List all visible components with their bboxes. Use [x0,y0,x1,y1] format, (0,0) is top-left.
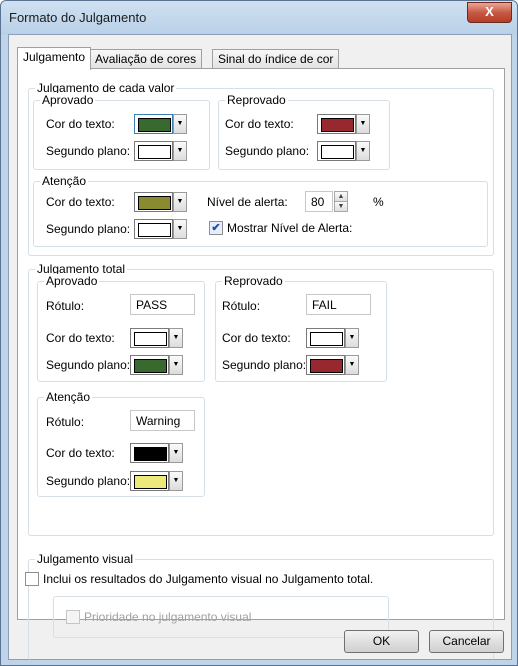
spin-down-icon[interactable]: ▼ [334,201,348,212]
total-warning-label-input[interactable]: Warning [130,410,195,431]
priority-checkbox[interactable] [66,610,80,624]
visual-group: Julgamento visual Inclui os resultados d… [25,552,494,660]
color-swatch [138,118,171,132]
total-warning-title: Atenção [44,390,93,404]
color-swatch [310,332,343,346]
label-label: Rótulo: [46,415,85,429]
text-color-label: Cor do texto: [225,117,294,131]
background-label: Segundo plano: [46,144,131,158]
alert-level-input[interactable]: 80 [305,191,333,212]
include-visual-label: Inclui os resultados do Julgamento visua… [43,572,374,586]
title-bar[interactable]: Formato do Julgamento X [1,1,517,35]
total-warning-background-picker[interactable]: ▼ [130,471,183,491]
each-value-group: Julgamento de cada valor Aprovado Cor do… [28,81,494,256]
chevron-down-icon[interactable]: ▼ [169,355,183,375]
total-fail-group: Reprovado Rótulo: FAIL Cor do texto: ▼ S… [215,274,387,382]
visual-title: Julgamento visual [35,552,136,566]
percent-unit: % [373,195,384,209]
each-pass-title: Aprovado [40,93,96,107]
each-pass-background-picker[interactable]: ▼ [134,141,187,161]
total-fail-label-input[interactable]: FAIL [306,294,371,315]
each-warning-group: Atenção Cor do texto: ▼ Segundo plano: ▼… [33,174,488,247]
total-pass-label-input[interactable]: PASS [130,294,195,315]
include-visual-checkbox[interactable] [25,572,39,586]
color-swatch [138,223,171,237]
color-swatch [134,475,167,489]
chevron-down-icon[interactable]: ▼ [169,471,183,491]
each-warning-title: Atenção [40,174,89,188]
total-warning-text-color-picker[interactable]: ▼ [130,443,183,463]
text-color-label: Cor do texto: [46,331,115,345]
background-label: Segundo plano: [222,358,307,372]
chevron-down-icon[interactable]: ▼ [169,328,183,348]
label-label: Rótulo: [222,299,261,313]
priority-box: Prioridade no julgamento visual [53,596,389,638]
alert-level-spinner[interactable]: ▲ ▼ [334,191,348,212]
total-pass-background-picker[interactable]: ▼ [130,355,183,375]
color-swatch [321,145,354,159]
color-swatch [134,359,167,373]
color-swatch [134,332,167,346]
dialog-body: Julgamento Avaliação de cores Sinal do í… [8,34,512,660]
each-warning-text-color-picker[interactable]: ▼ [134,192,187,212]
chevron-down-icon[interactable]: ▼ [173,141,187,161]
color-swatch [310,359,343,373]
color-swatch [321,118,354,132]
alert-level-label: Nível de alerta: [207,195,288,209]
tab-sinal-indice-cor[interactable]: Sinal do índice de cor [212,49,340,69]
priority-label: Prioridade no julgamento visual [84,610,252,624]
chevron-down-icon[interactable]: ▼ [173,219,187,239]
tab-julgamento[interactable]: Julgamento [17,47,92,70]
background-label: Segundo plano: [46,222,131,236]
text-color-label: Cor do texto: [222,331,291,345]
each-warning-background-picker[interactable]: ▼ [134,219,187,239]
tab-avaliacao-de-cores[interactable]: Avaliação de cores [89,49,203,69]
label-label: Rótulo: [46,299,85,313]
total-pass-text-color-picker[interactable]: ▼ [130,328,183,348]
background-label: Segundo plano: [225,144,310,158]
total-fail-background-picker[interactable]: ▼ [306,355,359,375]
close-button[interactable]: X [467,2,512,23]
background-label: Segundo plano: [46,358,131,372]
show-alert-label: Mostrar Nível de Alerta: [227,221,353,235]
text-color-label: Cor do texto: [46,195,115,209]
each-fail-text-color-picker[interactable]: ▼ [317,114,370,134]
background-label: Segundo plano: [46,474,131,488]
chevron-down-icon[interactable]: ▼ [345,328,359,348]
total-pass-title: Aprovado [44,274,100,288]
each-pass-group: Aprovado Cor do texto: ▼ Segundo plano: … [33,93,210,170]
chevron-down-icon[interactable]: ▼ [173,192,187,212]
total-fail-title: Reprovado [222,274,285,288]
ok-button[interactable]: OK [344,630,419,653]
total-fail-text-color-picker[interactable]: ▼ [306,328,359,348]
color-swatch [134,447,167,461]
tab-panel: Julgamento de cada valor Aprovado Cor do… [17,68,505,660]
chevron-down-icon[interactable]: ▼ [345,355,359,375]
each-pass-text-color-picker[interactable]: ▼ [134,114,187,134]
show-alert-checkbox[interactable]: ✔ [209,221,223,235]
window-title: Formato do Julgamento [9,10,147,25]
color-swatch [138,196,171,210]
each-fail-group: Reprovado Cor do texto: ▼ Segundo plano:… [218,93,390,170]
chevron-down-icon[interactable]: ▼ [356,141,370,161]
each-fail-background-picker[interactable]: ▼ [317,141,370,161]
total-pass-group: Aprovado Rótulo: PASS Cor do texto: ▼ Se… [37,274,205,382]
total-warning-group: Atenção Rótulo: Warning Cor do texto: ▼ … [37,390,205,497]
dialog-window: Formato do Julgamento X Julgamento Avali… [0,0,518,666]
cancel-button[interactable]: Cancelar [429,630,504,653]
each-fail-title: Reprovado [225,93,288,107]
text-color-label: Cor do texto: [46,117,115,131]
chevron-down-icon[interactable]: ▼ [173,114,187,134]
color-swatch [138,145,171,159]
chevron-down-icon[interactable]: ▼ [356,114,370,134]
text-color-label: Cor do texto: [46,446,115,460]
chevron-down-icon[interactable]: ▼ [169,443,183,463]
total-group: Julgamento total Aprovado Rótulo: PASS C… [28,262,494,536]
